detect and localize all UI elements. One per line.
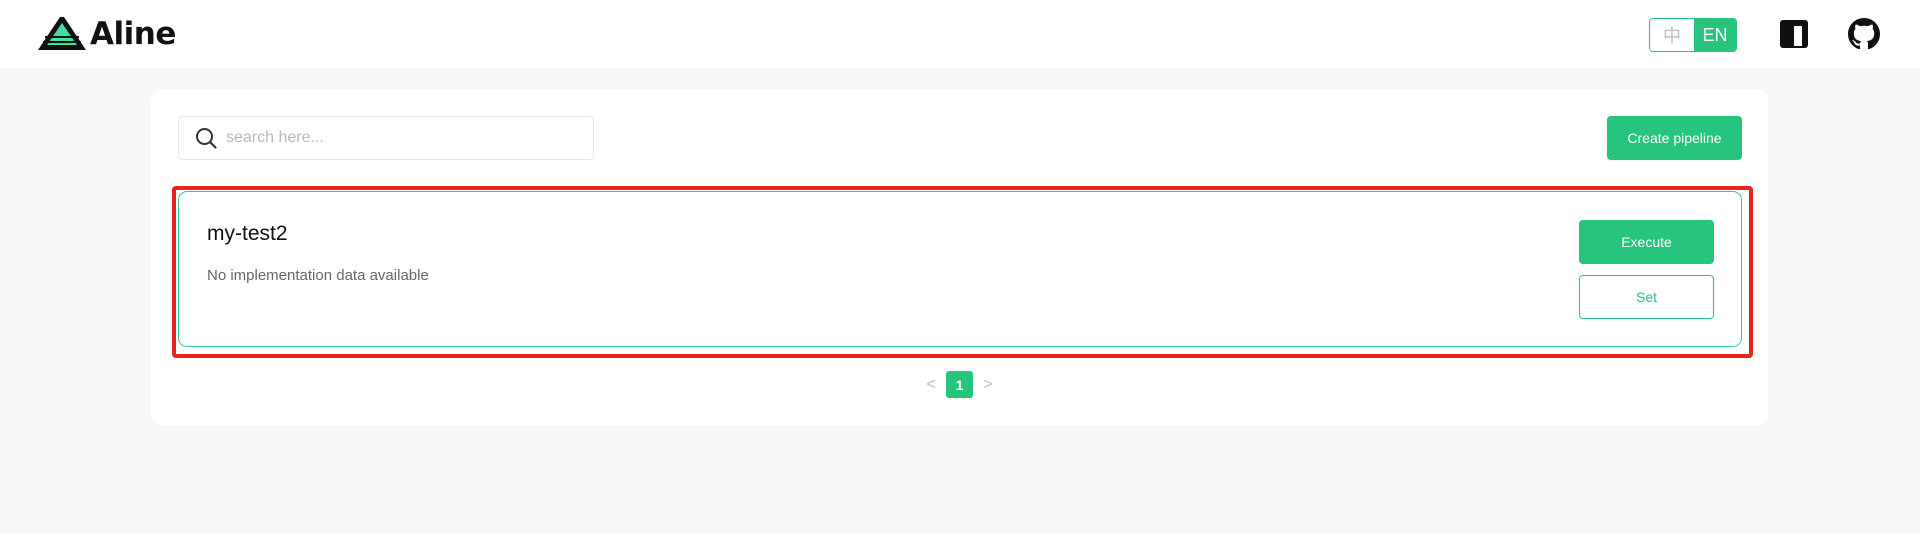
top-header: Aline 中 EN bbox=[0, 0, 1920, 68]
app-name: Aline bbox=[90, 16, 176, 52]
language-toggle[interactable]: 中 EN bbox=[1649, 18, 1737, 52]
github-icon[interactable] bbox=[1848, 18, 1880, 50]
pagination: < 1 > bbox=[920, 370, 999, 399]
prev-page-button[interactable]: < bbox=[920, 370, 942, 399]
search-icon bbox=[196, 128, 217, 149]
aline-logo-icon bbox=[38, 17, 86, 50]
lang-option-zh[interactable]: 中 bbox=[1650, 19, 1694, 51]
page-number-current[interactable]: 1 bbox=[946, 371, 973, 398]
next-page-button[interactable]: > bbox=[977, 370, 999, 399]
pipeline-card[interactable]: my-test2 No implementation data availabl… bbox=[178, 191, 1742, 347]
set-button[interactable]: Set bbox=[1579, 275, 1714, 319]
create-pipeline-button[interactable]: Create pipeline bbox=[1607, 116, 1742, 160]
lang-option-en[interactable]: EN bbox=[1694, 19, 1736, 51]
search-input[interactable] bbox=[224, 128, 588, 148]
search-box[interactable] bbox=[178, 116, 594, 160]
npm-icon[interactable] bbox=[1778, 18, 1810, 50]
execute-button[interactable]: Execute bbox=[1579, 220, 1714, 264]
pipeline-name: my-test2 bbox=[207, 222, 288, 245]
app-logo[interactable]: Aline bbox=[36, 16, 176, 52]
pipeline-description: No implementation data available bbox=[207, 267, 429, 284]
